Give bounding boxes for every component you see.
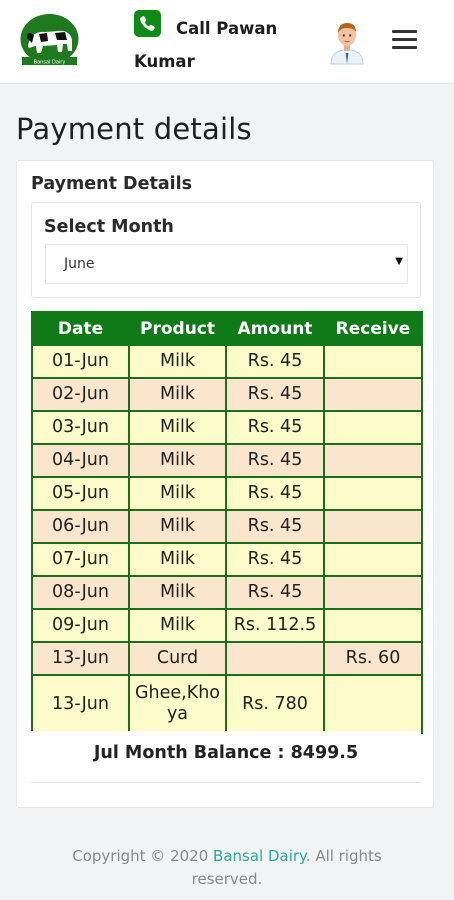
bansal-dairy-logo[interactable]: Bansal Dairy (19, 13, 80, 67)
table-row: 13-Jun Curd Rs. 60 (31, 641, 423, 676)
cell-receive: Rs. 60 (323, 641, 423, 676)
cell-product: Milk (128, 575, 227, 610)
cell-product: Curd (128, 641, 227, 676)
cell-receive (323, 509, 423, 544)
cell-amount: Rs. 45 (225, 377, 325, 412)
cell-receive (323, 608, 423, 643)
cell-receive (323, 410, 423, 445)
cell-date: 04-Jun (31, 443, 130, 478)
payment-table: Date Product Amount Receive 01-Jun Milk … (31, 311, 423, 734)
cell-product: Milk (128, 509, 227, 544)
month-balance: Jul Month Balance : 8499.5 (31, 731, 421, 783)
page-title: Payment details (16, 112, 252, 146)
table-row: 06-Jun Milk Rs. 45 (31, 509, 423, 544)
cell-product: Milk (128, 377, 227, 412)
cell-receive (323, 344, 423, 379)
cell-product: Ghee,Khoya (128, 674, 227, 734)
cell-receive (323, 476, 423, 511)
cell-date: 01-Jun (31, 344, 130, 379)
payment-card: Payment Details Select Month June ▼ Date… (16, 160, 434, 808)
table-row: 13-Jun Ghee,Khoya Rs. 780 (31, 674, 423, 734)
footer-prefix: Copyright © 2020 (72, 847, 214, 865)
payment-card-body: Payment Details Select Month June ▼ Date… (30, 171, 423, 784)
cell-date: 13-Jun (31, 641, 130, 676)
cell-amount: Rs. 45 (225, 410, 325, 445)
user-avatar[interactable] (329, 20, 365, 66)
cell-product: Milk (128, 410, 227, 445)
table-row: 05-Jun Milk Rs. 45 (31, 476, 423, 511)
table-header-row: Date Product Amount Receive (31, 311, 423, 346)
cell-receive (323, 542, 423, 577)
cell-receive (323, 674, 423, 734)
cell-receive (323, 377, 423, 412)
header-amount: Amount (225, 311, 325, 346)
cell-product: Milk (128, 476, 227, 511)
cell-date: 03-Jun (31, 410, 130, 445)
cell-amount: Rs. 45 (225, 575, 325, 610)
cell-amount: Rs. 45 (225, 476, 325, 511)
section-title: Payment Details (31, 174, 193, 194)
cell-amount (225, 641, 325, 676)
table-row: 08-Jun Milk Rs. 45 (31, 575, 423, 610)
footer-copyright: Copyright © 2020 Bansal Dairy. All right… (40, 845, 414, 891)
table-row: 04-Jun Milk Rs. 45 (31, 443, 423, 478)
table-row: 07-Jun Milk Rs. 45 (31, 542, 423, 577)
top-header: Bansal Dairy Call Pawan Kumar (0, 0, 454, 84)
table-row: 09-Jun Milk Rs. 112.5 (31, 608, 423, 643)
cell-product: Milk (128, 344, 227, 379)
cell-amount: Rs. 45 (225, 344, 325, 379)
dropdown-arrow-icon: ▼ (395, 256, 403, 267)
cell-product: Milk (128, 542, 227, 577)
cell-amount: Rs. 45 (225, 443, 325, 478)
cell-date: 09-Jun (31, 608, 130, 643)
cell-amount: Rs. 45 (225, 509, 325, 544)
month-select[interactable]: June ▼ (45, 244, 408, 284)
hamburger-menu-icon[interactable] (392, 30, 418, 50)
cell-date: 13-Jun (31, 674, 130, 734)
cell-date: 08-Jun (31, 575, 130, 610)
logo-text: Bansal Dairy (34, 60, 66, 66)
cell-date: 02-Jun (31, 377, 130, 412)
cell-receive (323, 443, 423, 478)
call-contact-text[interactable]: Call Pawan Kumar (134, 12, 284, 78)
month-selector-panel: Select Month June ▼ (31, 202, 421, 298)
cell-amount: Rs. 112.5 (225, 608, 325, 643)
cell-date: 06-Jun (31, 509, 130, 544)
table-row: 02-Jun Milk Rs. 45 (31, 377, 423, 412)
table-row: 03-Jun Milk Rs. 45 (31, 410, 423, 445)
cell-product: Milk (128, 608, 227, 643)
cell-date: 05-Jun (31, 476, 130, 511)
table-row: 01-Jun Milk Rs. 45 (31, 344, 423, 379)
cell-product: Milk (128, 443, 227, 478)
cell-receive (323, 575, 423, 610)
header-product: Product (128, 311, 227, 346)
cell-date: 07-Jun (31, 542, 130, 577)
select-month-label: Select Month (44, 217, 174, 237)
month-select-value: June (64, 256, 95, 272)
header-receive: Receive (323, 311, 423, 346)
footer-brand-link[interactable]: Bansal Dairy (213, 847, 306, 865)
cell-amount: Rs. 780 (225, 674, 325, 734)
header-date: Date (31, 311, 130, 346)
cell-amount: Rs. 45 (225, 542, 325, 577)
